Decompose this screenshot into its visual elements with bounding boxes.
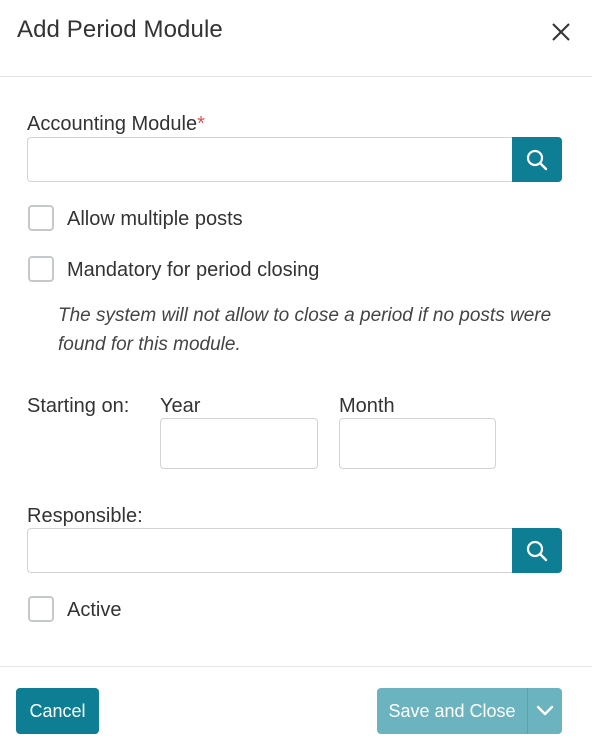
search-icon	[526, 540, 548, 561]
responsible-search-button[interactable]	[512, 528, 562, 573]
search-icon	[526, 149, 548, 170]
responsible-input[interactable]	[27, 528, 513, 573]
month-label: Month	[339, 395, 395, 417]
accounting-module-label-text: Accounting Module	[27, 113, 198, 135]
save-and-close-button[interactable]: Save and Close	[377, 688, 528, 734]
accounting-module-search-button[interactable]	[512, 137, 562, 182]
active-label: Active	[67, 599, 122, 621]
year-input[interactable]	[160, 418, 318, 469]
required-marker: *	[197, 113, 205, 135]
allow-multiple-posts-checkbox[interactable]	[28, 205, 54, 231]
mandatory-help-text: The system will not allow to close a per…	[58, 305, 552, 355]
starting-on-label: Starting on:	[27, 395, 130, 417]
allow-multiple-posts-label: Allow multiple posts	[67, 208, 243, 230]
year-label: Year	[160, 395, 201, 417]
accounting-module-input[interactable]	[27, 137, 513, 182]
accounting-module-label: Accounting Module*	[27, 113, 205, 136]
chevron-down-icon	[536, 705, 554, 716]
dialog-header: Add Period Module	[0, 0, 592, 77]
close-button[interactable]	[546, 17, 576, 47]
mandatory-for-closing-label: Mandatory for period closing	[67, 259, 320, 281]
save-options-dropdown-button[interactable]	[528, 688, 562, 734]
add-period-module-dialog: Add Period Module Accounting Module* All…	[0, 0, 592, 745]
close-icon	[552, 23, 570, 41]
month-input[interactable]	[339, 418, 496, 469]
responsible-label: Responsible:	[27, 505, 143, 527]
dialog-title: Add Period Module	[17, 16, 223, 43]
active-checkbox[interactable]	[28, 596, 54, 622]
mandatory-for-closing-checkbox[interactable]	[28, 256, 54, 282]
cancel-button[interactable]: Cancel	[16, 688, 99, 734]
